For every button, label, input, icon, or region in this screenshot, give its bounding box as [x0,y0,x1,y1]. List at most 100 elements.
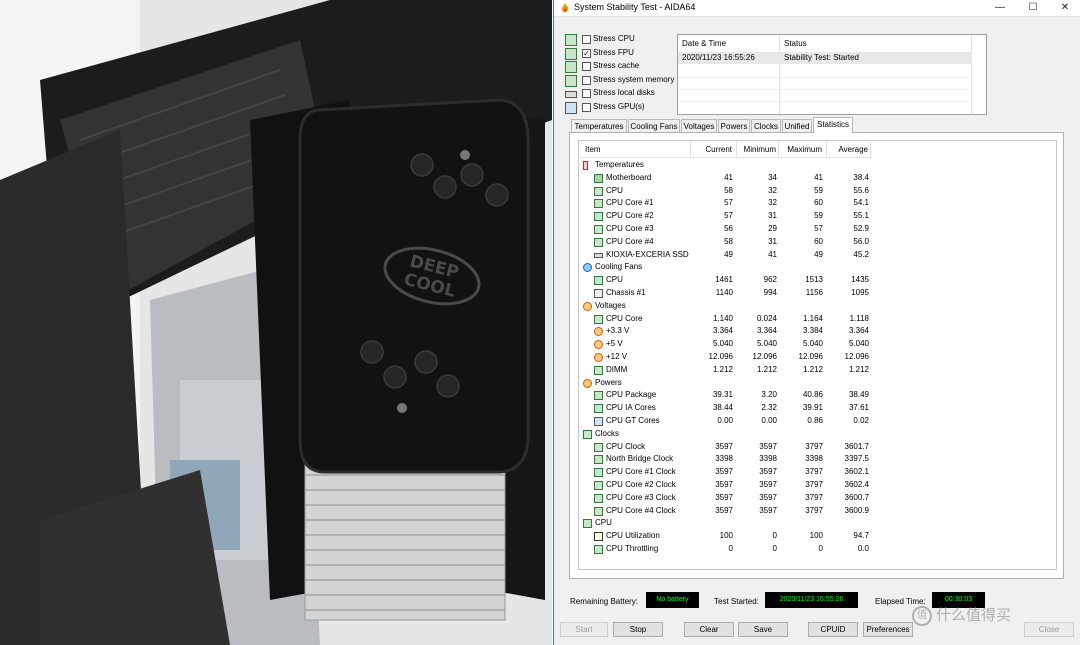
col-header-current[interactable]: Current [691,141,737,158]
stress-checkbox[interactable]: ✓ [582,48,591,58]
stat-row[interactable]: CPU Core #4 Clock 3597 3597 3797 3600.9 [579,505,1056,518]
stop-button[interactable]: Stop [613,622,663,637]
stat-maximum: 3.384 [802,326,823,336]
stat-row[interactable]: CPU Core #2 57 31 59 55.1 [579,210,1056,223]
stat-row[interactable]: Motherboard 41 34 41 38.4 [579,172,1056,185]
stat-row[interactable]: Chassis #1 1140 994 1156 1095 [579,287,1056,300]
col-header-item[interactable]: Item [579,141,691,158]
tab-unified[interactable]: Unified [782,119,812,132]
stat-row[interactable]: +5 V 5.040 5.040 5.040 5.040 [579,338,1056,351]
clear-button[interactable]: Clear [684,622,734,637]
battery-label: Remaining Battery: [570,597,639,606]
stress-checkbox[interactable] [582,62,591,71]
stat-row[interactable]: CPU Package 39.31 3.20 40.86 38.49 [579,389,1056,402]
stat-current: 12.096 [708,352,733,361]
stat-group-row[interactable]: Clocks [579,428,1056,441]
stat-row[interactable]: CPU Core #3 Clock 3597 3597 3797 3600.7 [579,492,1056,505]
stat-current: 0.00 [717,416,733,425]
stat-row[interactable]: CPU IA Cores 38.44 2.32 39.91 37.61 [579,402,1056,415]
stat-average: 3602.1 [844,467,869,477]
tab-clocks[interactable]: Clocks [751,119,781,132]
col-header-minimum[interactable]: Minimum [737,141,779,158]
stat-average: 0.02 [853,416,869,425]
col-header-maximum[interactable]: Maximum [779,141,827,158]
test-started-readout: 2020/11/23 16:55:26 [765,592,858,608]
stat-item-name: CPU Core #4 [606,236,654,246]
stress-option-label: Stress cache [593,61,640,70]
stat-maximum: 12.096 [798,352,823,361]
stat-maximum: 3398 [805,454,823,464]
tab-temperatures[interactable]: Temperatures [571,119,627,132]
stat-row[interactable]: CPU Throttling 0 0 0 0.0 [579,543,1056,556]
stat-average: 56.0 [853,236,869,246]
stat-row[interactable]: +3.3 V 3.364 3.364 3.384 3.364 [579,325,1056,338]
stat-row[interactable]: CPU Clock 3597 3597 3797 3601.7 [579,441,1056,454]
stat-maximum: 3797 [805,480,823,489]
chip-icon [594,199,603,209]
stat-group-row[interactable]: Cooling Fans [579,261,1056,274]
stress-option-label: Stress system memory [593,74,675,84]
maximize-button[interactable]: ☐ [1017,0,1049,16]
statistics-table[interactable]: Item Current Minimum Maximum Average Tem… [578,140,1057,570]
tab-voltages[interactable]: Voltages [681,119,717,132]
stat-row[interactable]: CPU GT Cores 0.00 0.00 0.86 0.02 [579,415,1056,428]
tab-powers[interactable]: Powers [718,119,750,132]
stat-row[interactable]: DIMM 1.212 1.212 1.212 1.212 [579,364,1056,377]
stat-row[interactable]: CPU 1461 962 1513 1435 [579,274,1056,287]
start-button[interactable]: Start [560,622,608,637]
stat-row[interactable]: CPU Core #1 Clock 3597 3597 3797 3602.1 [579,466,1056,479]
stress-checkbox[interactable] [582,75,591,85]
title-bar[interactable]: System Stability Test - AIDA64 — ☐ ✕ [554,0,1080,17]
stat-group-row[interactable]: Voltages [579,300,1056,313]
stat-group-row[interactable]: CPU [579,517,1056,530]
col-header-average[interactable]: Average [827,141,871,158]
stat-group-row[interactable]: Powers [579,377,1056,390]
stat-row[interactable]: CPU 58 32 59 55.6 [579,185,1056,198]
stat-minimum: 994 [763,288,777,297]
stat-row[interactable]: CPU Utilization 100 0 100 94.7 [579,530,1056,543]
stat-row[interactable]: CPU Core #3 56 29 57 52.9 [579,223,1056,236]
stress-option-label: Stress GPU(s) [593,101,645,111]
stat-maximum: 59 [814,211,823,221]
stat-item-name: CPU Core #3 Clock [606,492,676,502]
stat-average: 3.364 [848,326,869,336]
stat-row[interactable]: CPU Core #4 58 31 60 56.0 [579,236,1056,249]
stat-row[interactable]: CPU Core #1 57 32 60 54.1 [579,197,1056,210]
stat-maximum: 60 [814,236,823,246]
stress-checkbox[interactable] [582,102,591,112]
stat-row[interactable]: KIOXIA-EXCERIA SSD 49 41 49 45.2 [579,249,1056,262]
stat-current: 57 [724,211,733,221]
stat-maximum: 0 [818,544,823,553]
stat-item-name: CPU Clock [606,441,646,451]
log-header-datetime[interactable]: Date & Time [678,35,780,52]
fpu-icon [565,47,577,60]
chip-icon [594,481,603,490]
preferences-button[interactable]: Preferences [863,622,913,637]
cpuid-button[interactable]: CPUID [808,622,858,637]
stress-checkbox[interactable] [582,89,591,98]
stat-group-row[interactable]: Temperatures [579,159,1056,172]
stress-checkbox[interactable] [582,35,591,44]
thermometer-icon [583,161,588,170]
stat-row[interactable]: +12 V 12.096 12.096 12.096 12.096 [579,351,1056,364]
stat-minimum: 0 [772,531,777,541]
stat-row[interactable]: CPU Core #2 Clock 3597 3597 3797 3602.4 [579,479,1056,492]
tab-statistics[interactable]: Statistics [813,117,853,133]
stat-current: 58 [724,236,733,246]
status-log[interactable]: Date & Time Status 2020/11/23 16:55:26 S… [677,34,987,115]
aida64-flame-icon [561,3,569,13]
minimize-button[interactable]: — [984,0,1016,16]
save-button[interactable]: Save [738,622,788,637]
stat-current: 3398 [715,454,733,464]
stat-average: 3397.5 [844,454,869,464]
stat-minimum: 2.32 [761,403,777,413]
chip-icon [594,404,603,414]
stat-row[interactable]: North Bridge Clock 3398 3398 3398 3397.5 [579,453,1056,466]
tab-cooling-fans[interactable]: Cooling Fans [628,119,680,132]
stat-row[interactable]: CPU Core 1.140 0.024 1.164 1.118 [579,313,1056,326]
chip-icon [594,442,603,452]
log-header-status[interactable]: Status [780,35,972,52]
stat-maximum: 57 [814,224,823,233]
close-window-button[interactable]: ✕ [1049,0,1080,16]
close-button[interactable]: Close [1024,622,1074,637]
